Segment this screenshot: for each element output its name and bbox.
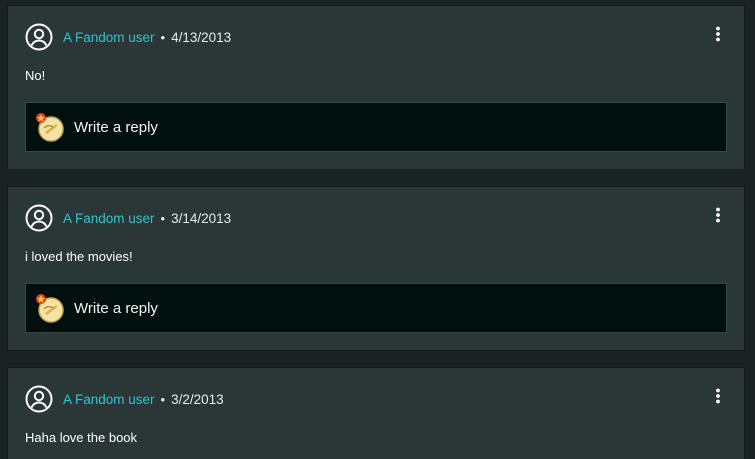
meta-separator: • — [160, 391, 166, 407]
reply-input[interactable]: Write a reply — [25, 102, 727, 152]
comment-text: No! — [25, 68, 46, 83]
user-circle-icon[interactable] — [25, 204, 53, 232]
reply-placeholder: Write a reply — [74, 118, 158, 136]
reply-placeholder: Write a reply — [74, 299, 158, 317]
comment-card: A Fandom user • 3/14/2013 i loved the mo… — [7, 186, 745, 351]
reply-input[interactable]: Write a reply — [25, 283, 727, 333]
comment-author-link[interactable]: A Fandom user — [63, 30, 155, 45]
comment-text: i loved the movies! — [25, 249, 133, 264]
comment-header: A Fandom user • 4/13/2013 — [25, 23, 231, 51]
comment-date: 3/2/2013 — [171, 391, 224, 407]
comment-date: 4/13/2013 — [171, 29, 232, 45]
comment-text: Haha love the book — [25, 430, 138, 445]
comment-author-link[interactable]: A Fandom user — [63, 392, 155, 407]
comment-feed: A Fandom user • 4/13/2013 No! Write a re… — [0, 0, 755, 459]
user-circle-icon[interactable] — [25, 385, 53, 413]
comment-date: 3/14/2013 — [171, 210, 232, 226]
comment-card: A Fandom user • 3/2/2013 Haha love the b… — [7, 367, 745, 459]
meta-separator: • — [160, 29, 166, 45]
badge-avatar-icon — [35, 112, 65, 142]
badge-avatar-icon — [35, 293, 65, 323]
more-vertical-icon[interactable] — [714, 388, 722, 404]
more-vertical-icon[interactable] — [714, 26, 722, 42]
more-vertical-icon[interactable] — [714, 207, 722, 223]
user-circle-icon[interactable] — [25, 23, 53, 51]
comment-author-link[interactable]: A Fandom user — [63, 211, 155, 226]
meta-separator: • — [160, 210, 166, 226]
comment-header: A Fandom user • 3/2/2013 — [25, 385, 224, 413]
comment-card: A Fandom user • 4/13/2013 No! Write a re… — [7, 5, 745, 170]
comment-header: A Fandom user • 3/14/2013 — [25, 204, 231, 232]
